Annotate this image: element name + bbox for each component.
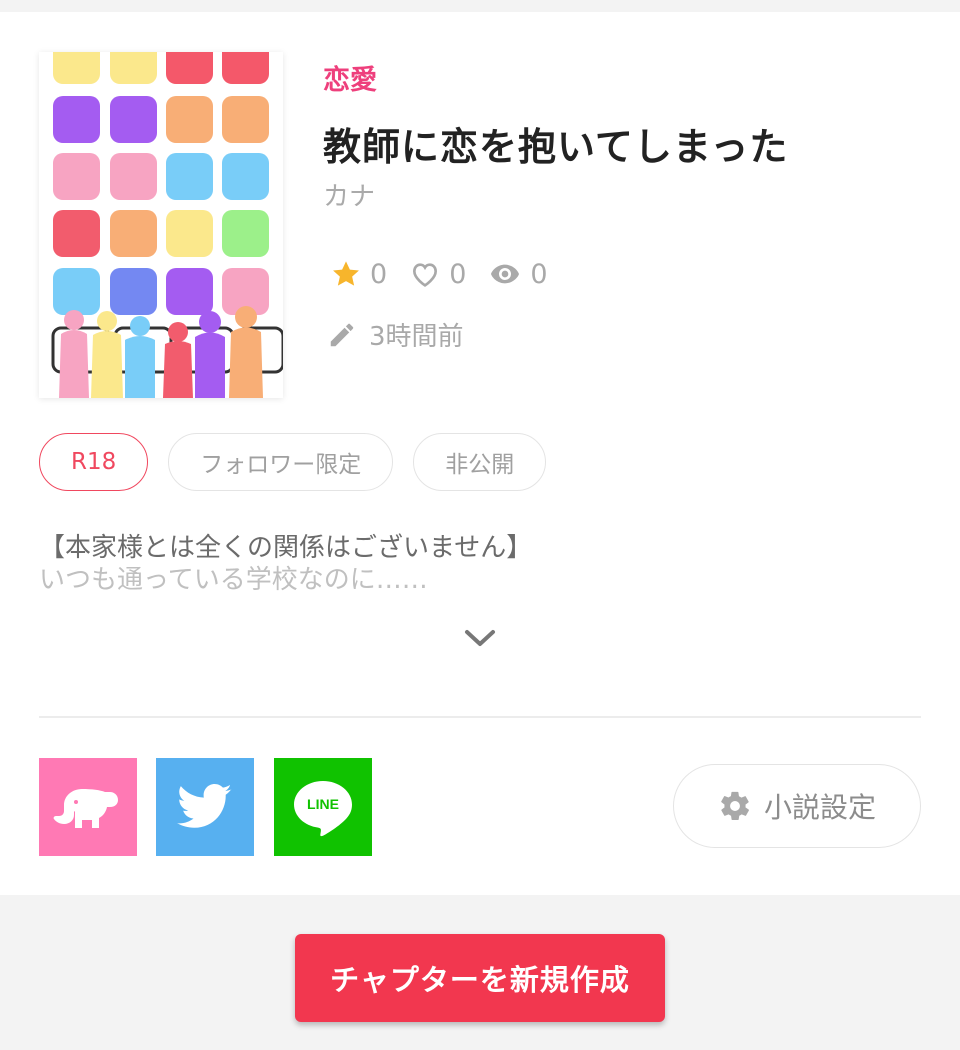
elephant-icon — [53, 789, 118, 828]
stats-row: 0 0 0 — [330, 257, 570, 291]
tag-r18[interactable]: R18 — [39, 433, 149, 491]
eye-icon — [491, 264, 520, 284]
view-stat: 0 — [488, 258, 548, 290]
description-line-2: いつも通っている学校なのに…… — [39, 565, 428, 595]
novel-settings-button[interactable]: 小説設定 — [673, 764, 921, 848]
like-count: 0 — [449, 258, 467, 290]
share-elephant-button[interactable] — [39, 758, 137, 856]
updated-row: 3時間前 — [327, 316, 464, 353]
share-line-button[interactable]: LINE — [274, 758, 372, 856]
genre-label[interactable]: 恋愛 — [323, 58, 377, 97]
like-stat: 0 — [409, 258, 466, 290]
novel-settings-label: 小説設定 — [763, 791, 876, 824]
pencil-icon — [330, 323, 354, 346]
updated-time: 3時間前 — [369, 322, 464, 352]
create-chapter-button[interactable]: チャプターを新規作成 — [295, 934, 665, 1022]
novel-title: 教師に恋を抱いてしまった — [323, 125, 789, 169]
chevron-down-icon[interactable] — [463, 626, 497, 650]
novel-card: 恋愛 教師に恋を抱いてしまった カナ 0 0 0 3時間前 R18 フォロワー限… — [0, 12, 960, 895]
tag-follower-only[interactable]: フォロワー限定 — [168, 433, 394, 491]
heart-icon — [413, 263, 438, 287]
line-logo-text: LINE — [307, 796, 339, 812]
tag-list: R18 フォロワー限定 非公開 — [39, 433, 566, 491]
gear-icon — [721, 791, 749, 821]
tag-private[interactable]: 非公開 — [413, 433, 547, 491]
cover-image[interactable] — [39, 52, 283, 398]
star-stat: 0 — [330, 258, 387, 290]
divider — [39, 716, 921, 718]
twitter-icon — [177, 784, 232, 828]
share-twitter-button[interactable] — [156, 758, 254, 856]
star-count: 0 — [370, 258, 388, 290]
line-icon: LINE — [294, 781, 352, 837]
description: 【本家様とは全くの関係はございません】 いつも通っている学校なのに…… — [39, 532, 919, 596]
author-name[interactable]: カナ — [323, 176, 375, 213]
view-count: 0 — [530, 258, 548, 290]
star-icon — [333, 261, 359, 286]
description-line-1: 【本家様とは全くの関係はございません】 — [39, 533, 533, 563]
